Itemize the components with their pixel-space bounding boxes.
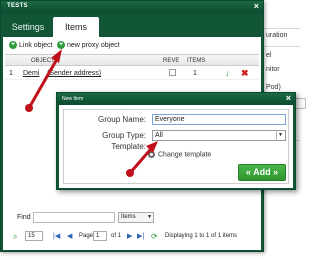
row-index: 1 [9, 70, 13, 77]
search-icon[interactable]: ⌕ [13, 232, 17, 241]
chevron-down-icon: ▼ [276, 131, 284, 140]
pager-status: Displaying 1 to 1 of 1 items [165, 233, 238, 239]
column-header-reve[interactable]: REVE [163, 57, 179, 65]
find-scope-value: Items [121, 214, 136, 220]
find-label: Find [17, 214, 31, 221]
close-icon[interactable]: × [286, 93, 291, 104]
refresh-icon[interactable]: ⟳ [151, 232, 158, 241]
column-header-items[interactable]: ITEMS [187, 57, 205, 65]
link-object-button[interactable]: + Link object [9, 40, 52, 52]
first-page-icon[interactable]: |◀ [53, 232, 60, 241]
group-type-value: All [155, 132, 163, 139]
new-item-body: Group Name: Everyone Group Type: All ▼ Te… [59, 105, 293, 188]
change-template-label: Change template [158, 151, 212, 159]
find-bar: Find Items ▼ [3, 210, 261, 226]
background-text: nitor [266, 66, 280, 73]
background-text: uration [266, 32, 288, 39]
gear-icon [148, 151, 155, 158]
items-count: 1 [193, 70, 197, 77]
background-text: el [266, 52, 272, 59]
new-proxy-object-button[interactable]: + new proxy object [57, 40, 120, 52]
new-item-titlebar[interactable]: New Item × [57, 93, 295, 105]
page-size-value: 15 [28, 233, 35, 239]
background-text: Pod) [266, 84, 281, 91]
page-value: 1 [96, 233, 100, 239]
object-name-link[interactable]: Demi [23, 69, 39, 78]
page-label: Page [79, 233, 94, 239]
reve-checkbox[interactable] [169, 69, 176, 79]
checkbox[interactable] [169, 69, 176, 76]
group-name-label: Group Name: [97, 115, 146, 124]
plus-icon: + [9, 41, 17, 50]
column-header-objects[interactable]: OBJECTS [31, 57, 59, 65]
tab-bar: Settings Items [1, 13, 263, 37]
new-proxy-object-label: new proxy object [67, 42, 120, 49]
last-page-icon[interactable]: ▶| [137, 232, 144, 241]
tab-items[interactable]: Items [53, 17, 99, 37]
pager: ⌕ 15 |◀ ◀ Page 1 of 1 ▶ ▶| ⟳ Displaying … [3, 229, 261, 245]
close-icon[interactable]: × [254, 1, 259, 12]
page-input[interactable]: 1 [93, 231, 107, 241]
group-type-label: Group Type: [102, 131, 146, 140]
new-item-title: New Item [62, 96, 84, 102]
object-detail[interactable]: (Sender address) [47, 70, 101, 77]
background-divider [264, 28, 300, 29]
add-button[interactable]: « Add » [238, 164, 286, 181]
next-page-icon[interactable]: ▶ [127, 232, 132, 241]
background-divider [264, 46, 300, 47]
new-item-dialog: New Item × Group Name: Everyone Group Ty… [56, 92, 296, 190]
dialog-title: TESTS [7, 3, 28, 9]
change-template-link[interactable]: Change template [148, 151, 211, 158]
find-scope-select[interactable]: Items ▼ [118, 212, 154, 223]
delete-icon[interactable]: ✖ [241, 69, 249, 78]
previous-page-icon[interactable]: ◀ [67, 232, 72, 241]
download-arrow-icon[interactable]: ↓ [225, 69, 230, 78]
page-size-select[interactable]: 15 [25, 231, 43, 241]
tab-settings[interactable]: Settings [5, 17, 51, 37]
chevron-down-icon: ▼ [147, 214, 152, 220]
new-item-form: Group Name: Everyone Group Type: All ▼ Te… [63, 109, 289, 184]
link-object-label: Link object [19, 42, 53, 49]
object-name[interactable]: Demi [23, 70, 39, 77]
find-input[interactable] [33, 212, 115, 223]
table-row[interactable]: 1 Demi (Sender address) 1 ↓ ✖ [5, 67, 259, 80]
table-header: OBJECTS REVE ITEMS [5, 54, 259, 66]
group-type-select[interactable]: All ▼ [152, 130, 286, 141]
page-count: of 1 [111, 233, 122, 239]
plus-icon: + [57, 41, 65, 50]
object-detail-link[interactable]: (Sender address) [47, 69, 101, 78]
dialog-titlebar[interactable]: TESTS × [1, 1, 263, 13]
template-label: Template: [111, 142, 146, 151]
group-name-input[interactable]: Everyone [152, 114, 286, 125]
